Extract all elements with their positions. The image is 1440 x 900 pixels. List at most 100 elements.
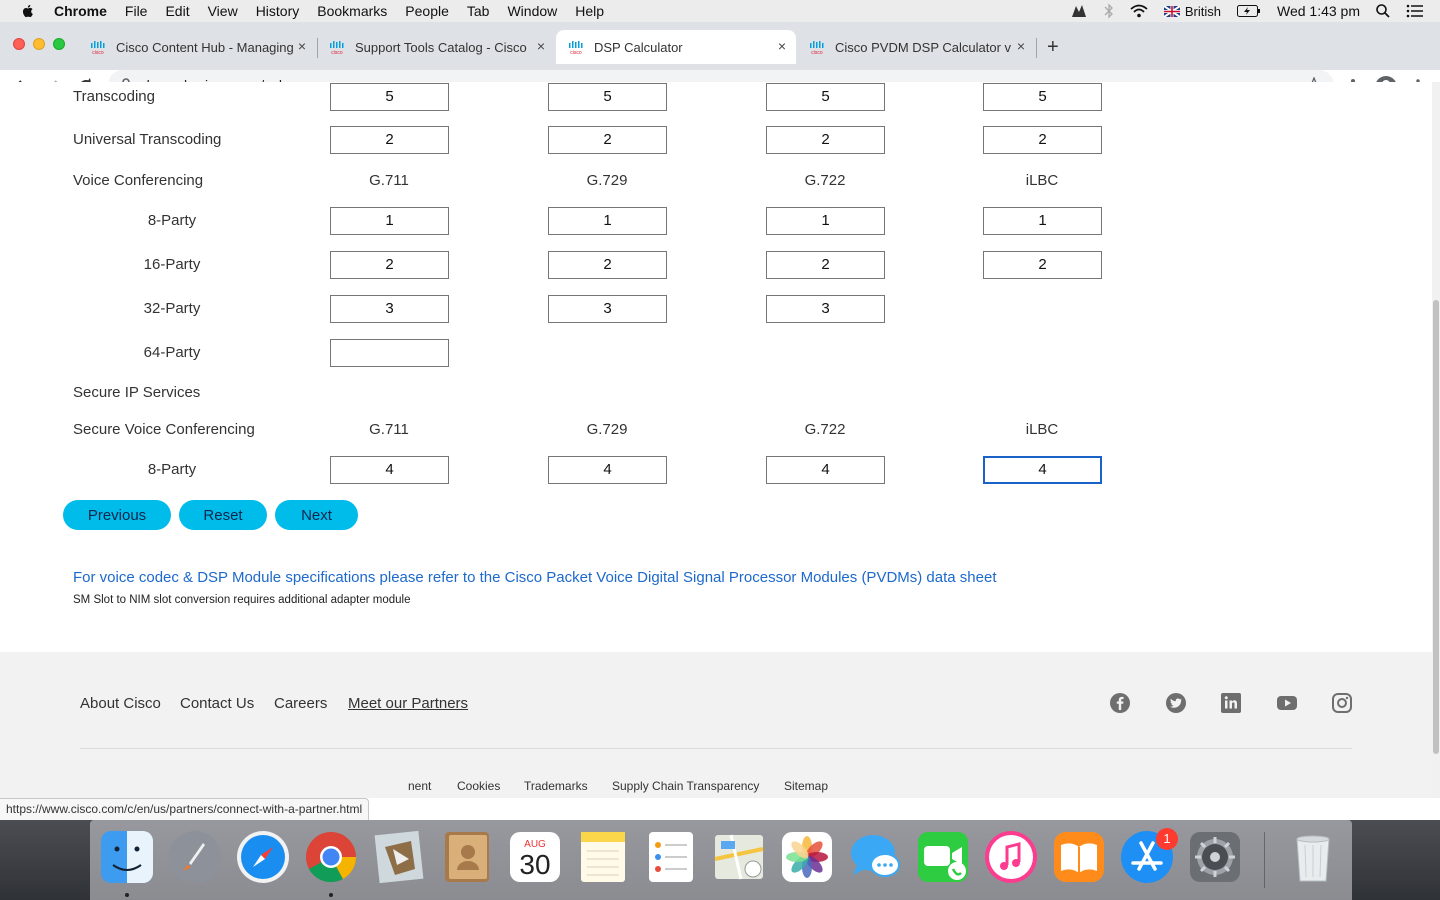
- facetime-dock-icon[interactable]: [914, 828, 972, 886]
- tab-close-icon[interactable]: ×: [1017, 38, 1025, 54]
- photos-dock-icon[interactable]: [778, 828, 836, 886]
- universal-transcoding-g711-input[interactable]: 2: [330, 126, 449, 154]
- pvdm-datasheet-link[interactable]: For voice codec & DSP Module specificati…: [73, 569, 997, 586]
- vc32-g722-input[interactable]: 3: [766, 295, 885, 323]
- apple-icon[interactable]: [20, 3, 36, 19]
- svc8-g729-input[interactable]: 4: [548, 456, 667, 484]
- secure-codec-header-g722: G.722: [804, 421, 846, 438]
- twitter-icon[interactable]: [1165, 692, 1187, 714]
- safari-dock-icon[interactable]: [234, 828, 292, 886]
- vc64-g711-input[interactable]: [330, 339, 449, 367]
- secure-codec-header-g729: G.729: [586, 421, 628, 438]
- itunes-dock-icon[interactable]: [982, 828, 1040, 886]
- calendar-dock-icon[interactable]: AUG 30: [506, 828, 564, 886]
- vc8-g711-input[interactable]: 1: [330, 207, 449, 235]
- reminders-dock-icon[interactable]: [642, 828, 700, 886]
- linkedin-icon[interactable]: [1220, 692, 1242, 714]
- spotlight-search-icon[interactable]: [1376, 4, 1390, 18]
- tab-dsp-calculator[interactable]: cisco DSP Calculator ×: [556, 30, 796, 64]
- status-app-icon[interactable]: [1070, 3, 1088, 19]
- footer-small-link-sitemap[interactable]: Sitemap: [784, 779, 828, 793]
- svc8-g711-input[interactable]: 4: [330, 456, 449, 484]
- svc8-g722-input[interactable]: 4: [766, 456, 885, 484]
- menu-history[interactable]: History: [256, 3, 300, 19]
- reset-button[interactable]: Reset: [179, 500, 267, 530]
- menu-file[interactable]: File: [125, 3, 148, 19]
- minimize-window-button[interactable]: [33, 38, 45, 50]
- next-button[interactable]: Next: [275, 500, 358, 530]
- menu-bookmarks[interactable]: Bookmarks: [317, 3, 387, 19]
- menu-app-name[interactable]: Chrome: [54, 3, 107, 19]
- bluetooth-icon[interactable]: [1104, 3, 1114, 19]
- vc16-g722-input[interactable]: 2: [766, 251, 885, 279]
- universal-transcoding-ilbc-input[interactable]: 2: [983, 126, 1102, 154]
- macos-menubar: Chrome File Edit View History Bookmarks …: [0, 0, 1440, 22]
- vc8-g722-input[interactable]: 1: [766, 207, 885, 235]
- tab-pvdm-dsp-calculator[interactable]: cisco Cisco PVDM DSP Calculator v ×: [797, 30, 1035, 64]
- close-window-button[interactable]: [13, 38, 25, 50]
- menu-view[interactable]: View: [208, 3, 238, 19]
- transcoding-g722-input[interactable]: 5: [766, 83, 885, 111]
- footer-small-link-truncated[interactable]: nent: [408, 779, 431, 793]
- zoom-window-button[interactable]: [53, 38, 65, 50]
- vc32-g729-input[interactable]: 3: [548, 295, 667, 323]
- universal-transcoding-g729-input[interactable]: 2: [548, 126, 667, 154]
- transcoding-ilbc-input[interactable]: 5: [983, 83, 1102, 111]
- vc16-g711-input[interactable]: 2: [330, 251, 449, 279]
- vc8-ilbc-input[interactable]: 1: [983, 207, 1102, 235]
- mail-dock-icon[interactable]: [370, 828, 428, 886]
- facebook-icon[interactable]: [1109, 692, 1131, 714]
- transcoding-g729-input[interactable]: 5: [548, 83, 667, 111]
- trash-dock-icon[interactable]: [1284, 828, 1342, 886]
- footer-link-meet-our-partners[interactable]: Meet our Partners: [348, 695, 468, 712]
- vc16-g729-input[interactable]: 2: [548, 251, 667, 279]
- tab-close-icon[interactable]: ×: [537, 38, 545, 54]
- footer-small-link-trademarks[interactable]: Trademarks: [524, 779, 588, 793]
- new-tab-button[interactable]: +: [1047, 36, 1059, 59]
- maps-dock-icon[interactable]: [710, 828, 768, 886]
- notification-center-icon[interactable]: [1406, 4, 1424, 18]
- footer-link-about-cisco[interactable]: About Cisco: [80, 695, 161, 712]
- uk-flag-icon: [1163, 5, 1180, 17]
- menu-window[interactable]: Window: [507, 3, 557, 19]
- secure-codec-header-ilbc: iLBC: [1025, 421, 1059, 438]
- previous-button[interactable]: Previous: [63, 500, 171, 530]
- contacts-dock-icon[interactable]: [438, 828, 496, 886]
- footer-link-contact-us[interactable]: Contact Us: [180, 695, 254, 712]
- youtube-icon[interactable]: [1276, 692, 1298, 714]
- input-source[interactable]: British: [1163, 4, 1221, 19]
- clock[interactable]: Wed 1:43 pm: [1277, 3, 1360, 19]
- vc16-ilbc-input[interactable]: 2: [983, 251, 1102, 279]
- menu-edit[interactable]: Edit: [165, 3, 189, 19]
- tab-support-tools-catalog[interactable]: cisco Support Tools Catalog - Cisco ×: [317, 30, 555, 64]
- messages-dock-icon[interactable]: [846, 828, 904, 886]
- universal-transcoding-g722-input[interactable]: 2: [766, 126, 885, 154]
- secure-voice-conferencing-label: Secure Voice Conferencing: [73, 421, 255, 438]
- slot-conversion-note: SM Slot to NIM slot conversion requires …: [73, 594, 411, 606]
- footer-link-careers[interactable]: Careers: [274, 695, 327, 712]
- tab-cisco-content-hub[interactable]: cisco Cisco Content Hub - Managing ×: [78, 30, 316, 64]
- instagram-icon[interactable]: [1331, 692, 1353, 714]
- launchpad-dock-icon[interactable]: [166, 828, 224, 886]
- svc8-ilbc-input[interactable]: 4: [983, 456, 1102, 484]
- system-preferences-dock-icon[interactable]: [1186, 828, 1244, 886]
- chrome-dock-icon[interactable]: [302, 828, 360, 886]
- wifi-icon[interactable]: [1130, 4, 1148, 18]
- notes-dock-icon[interactable]: [574, 828, 632, 886]
- tab-close-icon[interactable]: ×: [298, 38, 306, 54]
- scrollbar-thumb[interactable]: [1433, 300, 1439, 754]
- page-scrollbar[interactable]: [1432, 82, 1440, 798]
- vc32-g711-input[interactable]: 3: [330, 295, 449, 323]
- footer-small-link-supply-chain[interactable]: Supply Chain Transparency: [612, 779, 759, 793]
- tab-label: Cisco Content Hub - Managing: [116, 39, 294, 55]
- finder-dock-icon[interactable]: [98, 828, 156, 886]
- vc8-g729-input[interactable]: 1: [548, 207, 667, 235]
- menu-help[interactable]: Help: [575, 3, 604, 19]
- transcoding-g711-input[interactable]: 5: [330, 83, 449, 111]
- menu-tab[interactable]: Tab: [467, 3, 490, 19]
- battery-icon[interactable]: [1236, 5, 1261, 17]
- books-dock-icon[interactable]: [1050, 828, 1108, 886]
- menu-people[interactable]: People: [405, 3, 449, 19]
- tab-close-icon[interactable]: ×: [778, 38, 786, 54]
- footer-small-link-cookies[interactable]: Cookies: [457, 779, 500, 793]
